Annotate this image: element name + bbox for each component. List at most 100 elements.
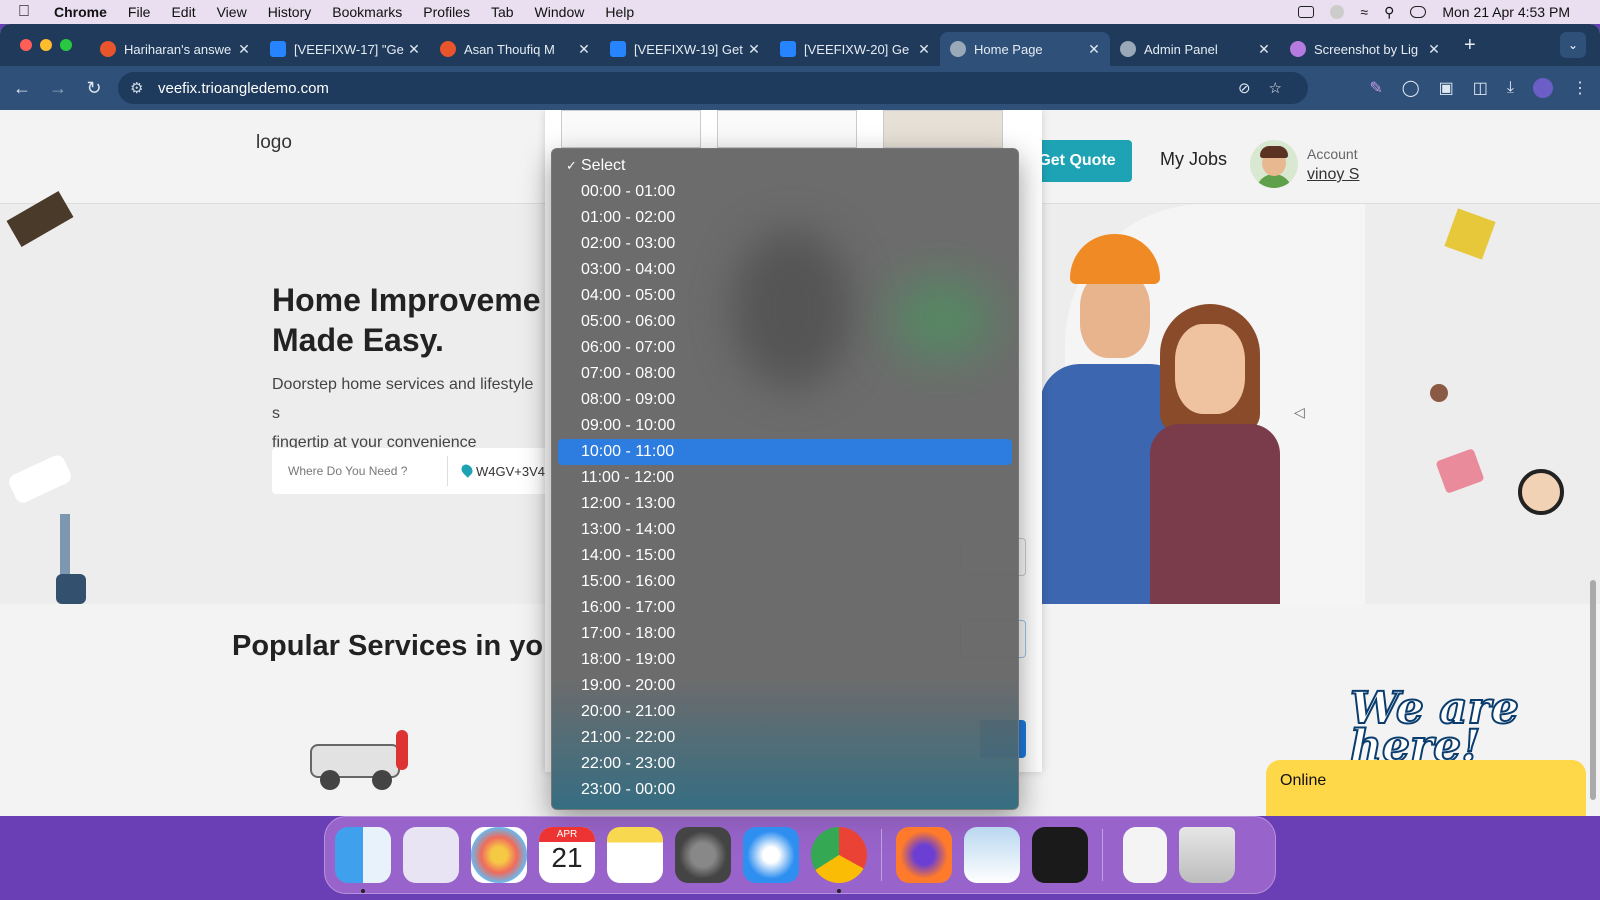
minimize-window-button[interactable] (40, 39, 52, 51)
dropdown-option[interactable]: 01:00 - 02:00 (558, 205, 1012, 231)
new-tab-button[interactable]: + (1464, 34, 1476, 57)
dropdown-option[interactable]: 21:00 - 22:00 (558, 725, 1012, 751)
carousel-prev-icon[interactable]: ◁ (1294, 404, 1305, 421)
reload-icon[interactable]: ↻ (76, 78, 112, 99)
tab-asan-thoufiq[interactable]: Asan Thoufiq M ✕ (430, 32, 600, 66)
where-input[interactable]: Where Do You Need ? (272, 456, 448, 486)
dropdown-option[interactable]: 09:00 - 10:00 (558, 413, 1012, 439)
back-arrow-icon[interactable]: ← (4, 78, 40, 99)
dropdown-option[interactable]: 15:00 - 16:00 (558, 569, 1012, 595)
wifi-icon[interactable]: ≈ (1360, 4, 1368, 20)
dropdown-option[interactable]: 18:00 - 19:00 (558, 647, 1012, 673)
menu-edit[interactable]: Edit (171, 4, 195, 20)
my-jobs-link[interactable]: My Jobs (1160, 149, 1227, 170)
close-tab-icon[interactable]: ✕ (404, 41, 424, 58)
url-text[interactable]: veefix.trioangledemo.com (158, 80, 329, 97)
menubar-clock[interactable]: Mon 21 Apr 4:53 PM (1442, 4, 1570, 20)
address-bar[interactable]: ⚙ veefix.trioangledemo.com ⊘ ☆ (118, 72, 1308, 104)
feather-extension-icon[interactable]: ✎ (1369, 78, 1382, 98)
dropdown-option[interactable]: 12:00 - 13:00 (558, 491, 1012, 517)
menu-bookmarks[interactable]: Bookmarks (332, 4, 402, 20)
more-menu-icon[interactable]: ⋮ (1572, 78, 1588, 98)
dropdown-option[interactable]: 22:00 - 23:00 (558, 751, 1012, 777)
control-center-icon[interactable] (1410, 6, 1427, 18)
launchpad-icon[interactable] (403, 827, 459, 883)
menu-profiles[interactable]: Profiles (423, 4, 470, 20)
menu-tab[interactable]: Tab (491, 4, 514, 20)
puzzle-extensions-icon[interactable]: ◫ (1473, 78, 1488, 98)
close-tab-icon[interactable]: ✕ (1254, 41, 1274, 58)
menu-file[interactable]: File (128, 4, 151, 20)
dropdown-option[interactable]: 02:00 - 03:00 (558, 231, 1012, 257)
dropdown-option[interactable]: 04:00 - 05:00 (558, 283, 1012, 309)
close-tab-icon[interactable]: ✕ (744, 41, 764, 58)
forward-arrow-icon[interactable]: → (40, 78, 76, 99)
user-circle-icon[interactable] (1330, 5, 1345, 19)
system-settings-icon[interactable] (675, 827, 731, 883)
notes-icon[interactable] (607, 827, 663, 883)
quicktime-icon[interactable] (1032, 827, 1088, 883)
safari-icon[interactable] (743, 827, 799, 883)
tab-hariharan[interactable]: Hariharan's answe ✕ (90, 32, 260, 66)
close-tab-icon[interactable]: ✕ (914, 41, 934, 58)
eye-off-icon[interactable]: ⊘ (1238, 79, 1251, 97)
close-tab-icon[interactable]: ✕ (1424, 41, 1444, 58)
close-tab-icon[interactable]: ✕ (1084, 41, 1104, 58)
tab-search-button[interactable]: ⌄ (1560, 32, 1586, 58)
zoom-window-button[interactable] (60, 39, 72, 51)
color-wheel-extension-icon[interactable]: ◯ (1402, 78, 1420, 98)
site-info-icon[interactable]: ⚙ (130, 79, 146, 97)
tab-admin-panel[interactable]: Admin Panel ✕ (1110, 32, 1280, 66)
menu-help[interactable]: Help (605, 4, 634, 20)
dropdown-option-select[interactable]: ✓ Select (558, 153, 1012, 179)
dropdown-option[interactable]: 14:00 - 15:00 (558, 543, 1012, 569)
tab-home-page[interactable]: Home Page ✕ (940, 32, 1110, 66)
location-field[interactable]: W4GV+3V4 (448, 463, 545, 479)
chrome-icon[interactable] (811, 827, 867, 893)
close-window-button[interactable] (20, 39, 32, 51)
site-logo[interactable]: logo (256, 132, 292, 154)
calendar-icon[interactable]: APR 21 (539, 827, 595, 883)
bookmark-star-icon[interactable]: ☆ (1269, 79, 1282, 97)
dropdown-option[interactable]: 11:00 - 12:00 (558, 465, 1012, 491)
finder-icon[interactable] (335, 827, 391, 893)
close-tab-icon[interactable]: ✕ (234, 41, 254, 58)
photos-icon[interactable] (471, 827, 527, 883)
document-icon[interactable] (1123, 827, 1167, 883)
search-icon[interactable]: ⚲ (1384, 4, 1394, 21)
chat-widget[interactable]: Online (1266, 760, 1586, 816)
dropdown-option[interactable]: 07:00 - 08:00 (558, 361, 1012, 387)
dropdown-option[interactable]: 06:00 - 07:00 (558, 335, 1012, 361)
dropdown-option[interactable]: 00:00 - 01:00 (558, 179, 1012, 205)
attachment-thumbnail[interactable] (561, 110, 701, 148)
tab-veefixw-17[interactable]: [VEEFIXW-17] "Ge ✕ (260, 32, 430, 66)
tab-veefixw-20[interactable]: [VEEFIXW-20] Ge ✕ (770, 32, 940, 66)
dropdown-option[interactable]: 08:00 - 09:00 (558, 387, 1012, 413)
close-tab-icon[interactable]: ✕ (574, 41, 594, 58)
preview-icon[interactable] (964, 827, 1020, 883)
account-avatar[interactable] (1250, 140, 1298, 188)
tab-screenshot[interactable]: Screenshot by Lig ✕ (1280, 32, 1450, 66)
dropdown-option[interactable]: 16:00 - 17:00 (558, 595, 1012, 621)
chat-logo[interactable]: We are here! (1349, 686, 1600, 770)
screen-capture-extension-icon[interactable]: ▣ (1439, 78, 1454, 98)
menu-view[interactable]: View (217, 4, 247, 20)
tab-veefixw-19[interactable]: [VEEFIXW-19] Get ✕ (600, 32, 770, 66)
dropdown-option[interactable]: 23:00 - 00:00 (558, 777, 1012, 803)
menu-history[interactable]: History (268, 4, 312, 20)
menu-app-chrome[interactable]: Chrome (54, 4, 107, 20)
attachment-thumbnail[interactable] (717, 110, 857, 148)
dropdown-option[interactable]: 13:00 - 14:00 (558, 517, 1012, 543)
trash-icon[interactable] (1179, 827, 1235, 883)
keyboard-icon[interactable] (1298, 6, 1315, 18)
dropdown-option[interactable]: 19:00 - 20:00 (558, 673, 1012, 699)
download-icon[interactable]: ⤓ (1507, 79, 1514, 97)
dropdown-option[interactable]: 03:00 - 04:00 (558, 257, 1012, 283)
account-name-link[interactable]: vinoy S (1307, 166, 1359, 184)
attachment-thumbnail[interactable] (883, 110, 1003, 148)
dropdown-option[interactable]: 17:00 - 18:00 (558, 621, 1012, 647)
dropdown-option[interactable]: 10:00 - 11:00 (558, 439, 1012, 465)
menu-window[interactable]: Window (535, 4, 585, 20)
profile-avatar-icon[interactable] (1533, 78, 1553, 98)
dropdown-option[interactable]: 20:00 - 21:00 (558, 699, 1012, 725)
